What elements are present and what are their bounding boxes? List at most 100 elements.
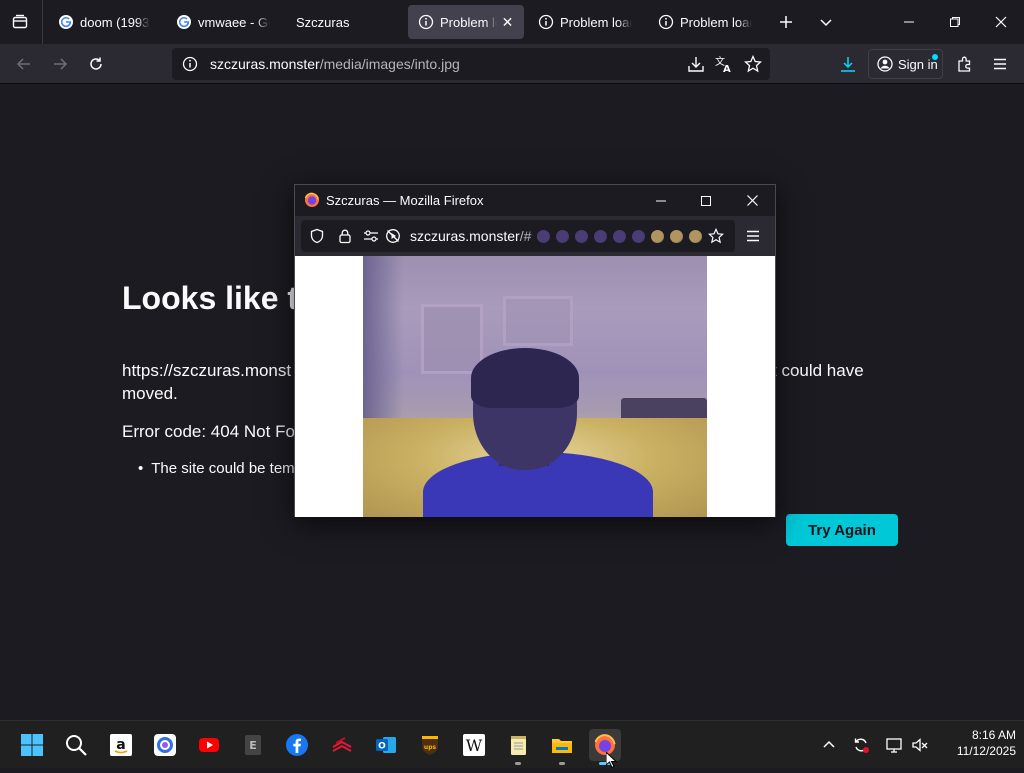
try-again-button[interactable]: Try Again	[786, 514, 898, 546]
outlook-icon[interactable]: O	[370, 729, 402, 761]
info-icon	[538, 14, 554, 30]
navigation-toolbar: szczuras.monster/media/images/into.jpg 文…	[0, 44, 1024, 84]
firefox-view-icon[interactable]	[8, 10, 32, 34]
search-icon[interactable]	[60, 729, 92, 761]
lock-icon[interactable]	[337, 228, 353, 244]
tab-doom[interactable]: doom (1993) -	[48, 5, 160, 39]
bookmark-star-icon[interactable]	[708, 227, 724, 244]
autoplay-blocked-icon[interactable]	[385, 228, 401, 244]
close-tab-icon[interactable]: ✕	[501, 14, 514, 30]
forward-arrow-icon[interactable]	[46, 50, 74, 78]
error-description-start: https://szczuras.monst	[122, 361, 292, 380]
sync-icon[interactable]	[851, 735, 871, 755]
popup-title-bar[interactable]: Szczuras — Mozilla Firefox	[295, 185, 775, 216]
error-description-end: t could have	[772, 361, 864, 380]
popup-title: Szczuras — Mozilla Firefox	[326, 193, 484, 208]
popup-content	[295, 256, 775, 517]
back-arrow-icon[interactable]	[10, 50, 38, 78]
close-window-icon[interactable]	[729, 185, 775, 216]
url-path: /media/images/into.jpg	[319, 56, 460, 72]
url-emoji-dot	[651, 230, 664, 243]
tracking-protection-shield-icon[interactable]	[309, 228, 325, 244]
url-text[interactable]: szczuras.monster/media/images/into.jpg	[210, 56, 460, 72]
tab-problem-loading[interactable]: Problem loadi	[648, 5, 762, 39]
url-emoji-dot	[613, 230, 626, 243]
maximize-icon[interactable]	[683, 185, 729, 216]
minimize-icon[interactable]	[886, 0, 932, 44]
reload-icon[interactable]	[82, 50, 110, 78]
save-to-device-icon[interactable]	[686, 54, 706, 74]
app-menu-hamburger-icon[interactable]	[986, 50, 1014, 78]
google-g-icon	[58, 14, 74, 30]
downloads-icon[interactable]	[834, 50, 862, 78]
tab-label: Problem loa	[440, 14, 497, 30]
popup-url-host: szczuras.monster	[410, 228, 520, 244]
list-all-tabs-chevron-down-icon[interactable]	[814, 10, 838, 34]
bank-of-america-icon[interactable]	[326, 729, 358, 761]
tab-label: Szczuras	[296, 14, 350, 30]
tab-vmwaee[interactable]: vmwaee - Goo	[166, 5, 280, 39]
svg-text:ups: ups	[424, 744, 437, 751]
close-window-icon[interactable]	[978, 0, 1024, 44]
info-icon	[418, 14, 434, 30]
tab-szczuras[interactable]: Szczuras	[286, 5, 402, 39]
epic-games-icon[interactable]: E	[237, 729, 269, 761]
show-hidden-icons-chevron-up-icon[interactable]	[819, 735, 839, 755]
ups-icon[interactable]: ups	[414, 729, 446, 761]
taskbar: a E O ups W	[0, 720, 1024, 768]
url-host: szczuras.monster	[210, 56, 320, 72]
popup-firefox-window[interactable]: Szczuras — Mozilla Firefox szczuras.mons…	[294, 184, 776, 517]
svg-text:a: a	[116, 737, 125, 753]
tab-problem-loading[interactable]: Problem loadi	[528, 5, 642, 39]
video-person-hair	[471, 348, 579, 408]
new-tab-icon[interactable]	[774, 10, 798, 34]
tab-label: vmwaee - Goo	[198, 14, 270, 30]
url-emoji-dot	[537, 230, 550, 243]
amazon-icon[interactable]: a	[105, 729, 137, 761]
error-description-line2: moved.	[122, 384, 178, 403]
extensions-icon[interactable]	[951, 50, 979, 78]
popup-url-bar[interactable]: szczuras.monster/#	[301, 220, 735, 252]
webcam-video-frame[interactable]	[363, 256, 707, 517]
info-icon	[658, 14, 674, 30]
svg-text:A: A	[723, 64, 731, 73]
error-suggestions: The site could be tem	[138, 460, 294, 477]
file-explorer-icon[interactable]	[546, 729, 578, 765]
translate-icon[interactable]: 文A	[714, 54, 734, 74]
video-wall-frame	[421, 304, 483, 374]
permissions-icon[interactable]	[363, 228, 379, 244]
url-emoji-dot	[632, 230, 645, 243]
sign-in-button[interactable]: Sign in	[868, 49, 943, 79]
video-wall-frame	[503, 296, 573, 346]
url-emoji-dot	[556, 230, 569, 243]
popup-url-text[interactable]: szczuras.monster/#	[410, 228, 531, 244]
tab-label: Problem loadi	[560, 14, 632, 30]
tab-separator	[42, 0, 43, 44]
youtube-icon[interactable]	[193, 729, 225, 761]
start-icon[interactable]	[16, 729, 48, 761]
tab-strip: doom (1993) - vmwaee - Goo Szczuras Prob…	[0, 0, 1024, 44]
volume-muted-icon[interactable]	[910, 735, 930, 755]
svg-text:E: E	[249, 739, 257, 752]
copilot-icon[interactable]	[149, 729, 181, 761]
clock-time: 8:16 AM	[971, 728, 1016, 742]
account-icon	[877, 56, 893, 72]
url-emoji-dot	[670, 230, 683, 243]
wikipedia-icon[interactable]: W	[458, 729, 490, 761]
restore-icon[interactable]	[932, 0, 978, 44]
facebook-icon[interactable]	[281, 729, 313, 761]
taskbar-clock[interactable]: 8:16 AM 11/12/2025	[936, 727, 1016, 759]
running-indicator	[559, 762, 565, 765]
url-bar[interactable]: szczuras.monster/media/images/into.jpg 文…	[172, 48, 770, 80]
minimize-icon[interactable]	[638, 185, 684, 216]
display-icon[interactable]	[884, 735, 904, 755]
bookmark-star-icon[interactable]	[743, 54, 763, 74]
tab-label: doom (1993) -	[80, 14, 150, 30]
notepad-icon[interactable]	[502, 729, 534, 765]
firefox-logo-icon	[304, 192, 320, 208]
tab-problem-loading-active[interactable]: Problem loa ✕	[408, 5, 524, 39]
notification-dot	[932, 54, 938, 60]
url-emoji-dot	[575, 230, 588, 243]
app-menu-hamburger-icon[interactable]	[745, 228, 761, 244]
site-info-icon[interactable]	[182, 56, 198, 72]
